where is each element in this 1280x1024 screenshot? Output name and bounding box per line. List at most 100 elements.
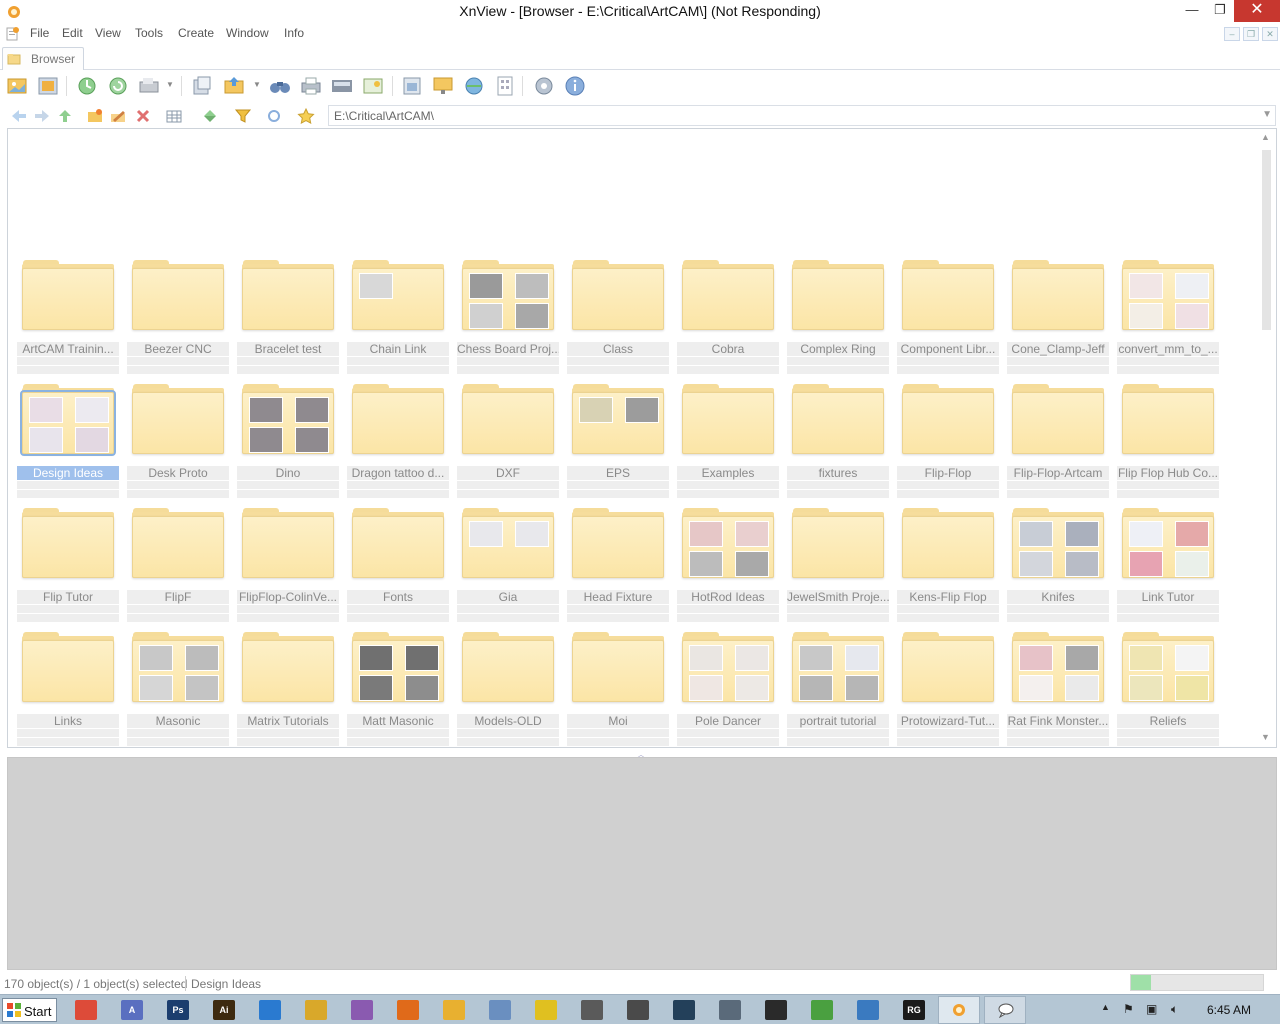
folder-label[interactable]: Examples: [677, 466, 779, 480]
scanner-icon[interactable]: [581, 1000, 603, 1020]
folder-item[interactable]: Pole Dancer: [677, 632, 779, 746]
menu-view[interactable]: View: [95, 26, 121, 40]
chevron-down-icon[interactable]: ▼: [1262, 109, 1272, 120]
folder-label[interactable]: Masonic: [127, 714, 229, 728]
folder-item[interactable]: Cobra: [677, 260, 779, 374]
folder-label[interactable]: Fonts: [347, 590, 449, 604]
flag-icon[interactable]: ⚑: [1123, 1002, 1134, 1016]
folder-label[interactable]: ArtCAM Trainin...: [17, 342, 119, 356]
print-icon[interactable]: [299, 74, 323, 98]
vertical-scrollbar[interactable]: ▲ ▼: [1258, 130, 1275, 746]
folder-item[interactable]: convert_mm_to_...: [1117, 260, 1219, 374]
folder-item[interactable]: Matt Masonic: [347, 632, 449, 746]
folder-label[interactable]: Desk Proto: [127, 466, 229, 480]
app-yellow-icon[interactable]: [305, 1000, 327, 1020]
address-path-text[interactable]: E:\Critical\ArtCAM\: [334, 109, 434, 123]
capture-icon[interactable]: [400, 74, 424, 98]
back-arrow-icon[interactable]: [10, 108, 28, 124]
folder-item[interactable]: Bracelet test: [237, 260, 339, 374]
folder-label[interactable]: Chess Board Proj...: [457, 342, 559, 356]
scan-icon[interactable]: [330, 74, 354, 98]
mdi-minimize-button[interactable]: –: [1224, 27, 1240, 41]
folder-label[interactable]: portrait tutorial: [787, 714, 889, 728]
folder-item[interactable]: Kens-Flip Flop: [897, 508, 999, 622]
start-button[interactable]: Start: [2, 998, 57, 1022]
folder-item[interactable]: Gia: [457, 508, 559, 622]
folder-item[interactable]: Masonic: [127, 632, 229, 746]
maximize-button[interactable]: ❐: [1206, 0, 1234, 22]
acquire-dropdown-icon[interactable]: ▼: [166, 80, 174, 89]
folder-label[interactable]: DXF: [457, 466, 559, 480]
mdi-close-button[interactable]: ✕: [1262, 27, 1278, 41]
folder-item[interactable]: Desk Proto: [127, 384, 229, 498]
folder-label[interactable]: Rat Fink Monster...: [1007, 714, 1109, 728]
photoshop-icon[interactable]: Ps: [167, 1000, 189, 1020]
disc-icon[interactable]: [535, 1000, 557, 1020]
folder-label[interactable]: Matt Masonic: [347, 714, 449, 728]
set-wallpaper-icon[interactable]: [431, 74, 455, 98]
folder-item[interactable]: Rat Fink Monster...: [1007, 632, 1109, 746]
folder-label[interactable]: Gia: [457, 590, 559, 604]
folder-item[interactable]: Moi: [567, 632, 669, 746]
open-image-icon[interactable]: [5, 74, 29, 98]
document-menu-icon[interactable]: [5, 26, 21, 42]
folder-item[interactable]: Flip-Flop: [897, 384, 999, 498]
folder-label[interactable]: FlipFlop-ColinVe...: [237, 590, 339, 604]
folder-item[interactable]: FlipFlop-ColinVe...: [237, 508, 339, 622]
paint-icon[interactable]: [443, 1000, 465, 1020]
folder-label[interactable]: Complex Ring: [787, 342, 889, 356]
refresh-icon[interactable]: [75, 74, 99, 98]
favorites-star-icon[interactable]: [297, 108, 315, 124]
menu-file[interactable]: File: [30, 26, 49, 40]
folder-item[interactable]: FlipF: [127, 508, 229, 622]
folder-label[interactable]: FlipF: [127, 590, 229, 604]
printer-icon[interactable]: [627, 1000, 649, 1020]
chrome-icon[interactable]: [75, 1000, 97, 1020]
tab-browser[interactable]: Browser: [2, 47, 84, 70]
filter-icon[interactable]: [234, 108, 252, 124]
folder-label[interactable]: Cobra: [677, 342, 779, 356]
folder-item[interactable]: Reliefs: [1117, 632, 1219, 746]
scroll-down-arrow-icon[interactable]: ▼: [1261, 732, 1270, 742]
export-dropdown-icon[interactable]: ▼: [253, 80, 261, 89]
new-folder-icon[interactable]: [86, 108, 104, 124]
folder-label[interactable]: Knifes: [1007, 590, 1109, 604]
find-binoculars-icon[interactable]: [268, 74, 292, 98]
folder-item[interactable]: Complex Ring: [787, 260, 889, 374]
menu-window[interactable]: Window: [226, 26, 269, 40]
folder-item[interactable]: fixtures: [787, 384, 889, 498]
menu-edit[interactable]: Edit: [62, 26, 83, 40]
folder-item[interactable]: Examples: [677, 384, 779, 498]
taskbar-messenger-button[interactable]: [984, 996, 1026, 1024]
folder-export-icon[interactable]: [222, 74, 246, 98]
screen-icon[interactable]: [857, 1000, 879, 1020]
sort-icon[interactable]: [201, 108, 219, 124]
folder-item[interactable]: Matrix Tutorials: [237, 632, 339, 746]
close-button[interactable]: ✕: [1234, 0, 1280, 22]
illustrator-icon[interactable]: Ai: [213, 1000, 235, 1020]
pin-icon[interactable]: [719, 1000, 741, 1020]
folder-item[interactable]: Knifes: [1007, 508, 1109, 622]
taskbar-xnview-button[interactable]: [938, 996, 980, 1024]
batch-convert-icon[interactable]: [190, 74, 214, 98]
slideshow-icon[interactable]: [361, 74, 385, 98]
folder-label[interactable]: Chain Link: [347, 342, 449, 356]
folder-label[interactable]: HotRod Ideas: [677, 590, 779, 604]
folder-item[interactable]: Dragon tattoo d...: [347, 384, 449, 498]
folder-item[interactable]: DXF: [457, 384, 559, 498]
folder-item[interactable]: JewelSmith Proje...: [787, 508, 889, 622]
system-clock[interactable]: 6:45 AM: [1207, 1003, 1251, 1017]
address-path-field[interactable]: E:\Critical\ArtCAM\ ▼: [328, 105, 1276, 126]
folder-item[interactable]: Head Fixture: [567, 508, 669, 622]
folder-item[interactable]: Links: [17, 632, 119, 746]
network-icon[interactable]: ▣: [1146, 1002, 1157, 1016]
app-blue-icon[interactable]: [259, 1000, 281, 1020]
folder-label[interactable]: Bracelet test: [237, 342, 339, 356]
folder-item[interactable]: Class: [567, 260, 669, 374]
folder-item[interactable]: Flip Flop Hub Co...: [1117, 384, 1219, 498]
folder-item[interactable]: portrait tutorial: [787, 632, 889, 746]
view-mode-icon[interactable]: [165, 108, 183, 124]
folder-item[interactable]: Component Libr...: [897, 260, 999, 374]
settings-gear-icon[interactable]: [532, 74, 556, 98]
folder-label[interactable]: Moi: [567, 714, 669, 728]
